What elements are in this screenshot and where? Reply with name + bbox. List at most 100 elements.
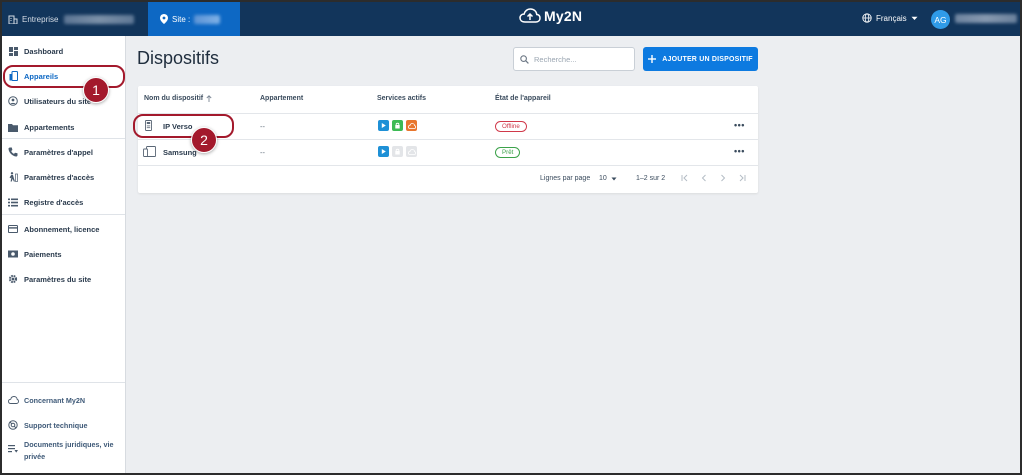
sidebar-item-label: Paramètres d'accès bbox=[24, 172, 95, 182]
callout-number: 1 bbox=[92, 82, 100, 98]
sidebar-footer-label: Documents juridiques, vie privée bbox=[24, 440, 114, 461]
column-header-services[interactable]: Services actifs bbox=[377, 95, 426, 102]
next-page-icon[interactable] bbox=[719, 174, 727, 182]
apartment-value: -- bbox=[260, 122, 265, 131]
language-selector[interactable]: Français bbox=[862, 13, 918, 23]
cloud-icon bbox=[7, 396, 19, 404]
service-cloud-icon bbox=[406, 120, 417, 131]
status-label: Offline bbox=[502, 123, 520, 130]
globe-user-icon bbox=[8, 96, 18, 106]
globe-icon bbox=[862, 13, 872, 23]
sidebar-footer-label: Support technique bbox=[24, 420, 88, 430]
sidebar-item-parametres-acces[interactable]: Paramètres d'accès bbox=[2, 165, 125, 189]
sidebar-item-appartements[interactable]: Appartements bbox=[2, 115, 125, 139]
add-device-label: AJOUTER UN DISPOSITIF bbox=[662, 55, 753, 63]
device-name[interactable]: Samsung bbox=[163, 148, 197, 157]
sidebar-item-registre-acces[interactable]: Registre d'accès bbox=[2, 190, 125, 214]
search-icon bbox=[520, 54, 529, 64]
card-icon bbox=[8, 225, 18, 233]
service-app-icon bbox=[378, 120, 389, 131]
caret-down-icon bbox=[911, 16, 918, 20]
gear-icon bbox=[8, 274, 18, 284]
sidebar-footer-support[interactable]: Support technique bbox=[2, 413, 125, 437]
first-page-icon[interactable] bbox=[681, 174, 689, 182]
location-pin-icon bbox=[160, 14, 168, 24]
app-window: Entreprise Site : My2N Français AG Dashb… bbox=[0, 0, 1022, 475]
callout-highlight-ip-verso bbox=[133, 114, 234, 138]
person-walk-icon bbox=[9, 172, 18, 182]
rows-per-page-value: 10 bbox=[599, 175, 607, 182]
list-icon bbox=[8, 198, 18, 206]
company-label: Entreprise bbox=[22, 14, 59, 24]
apartment-value: -- bbox=[260, 148, 265, 157]
caret-down-icon bbox=[611, 177, 617, 180]
add-device-button[interactable]: AJOUTER UN DISPOSITIF bbox=[643, 47, 758, 71]
last-page-icon[interactable] bbox=[738, 174, 746, 182]
sidebar-item-dashboard[interactable]: Dashboard bbox=[2, 39, 125, 63]
top-bar: Entreprise Site : My2N Français AG bbox=[2, 2, 1020, 36]
app-logo[interactable]: My2N bbox=[519, 8, 582, 24]
header-label: Nom du dispositif bbox=[144, 95, 204, 102]
column-header-state[interactable]: État de l'appareil bbox=[495, 95, 551, 102]
user-avatar[interactable]: AG bbox=[931, 10, 950, 29]
table-row[interactable] bbox=[143, 146, 156, 159]
service-cloud-inactive-icon bbox=[406, 146, 417, 157]
sidebar-item-parametres-appel[interactable]: Paramètres d'appel bbox=[2, 140, 125, 164]
document-icon bbox=[8, 445, 18, 453]
sidebar-item-label: Abonnement, licence bbox=[24, 224, 100, 234]
devices-table: Nom du dispositif Appartement Services a… bbox=[138, 86, 758, 193]
row-menu-button[interactable]: ••• bbox=[734, 146, 745, 156]
logo-text: My2N bbox=[544, 8, 583, 24]
service-lock-icon bbox=[392, 120, 403, 131]
plus-icon bbox=[648, 55, 657, 63]
site-name-redacted bbox=[194, 14, 221, 24]
rows-per-page-select[interactable]: 10 bbox=[599, 175, 617, 182]
sort-arrow-icon bbox=[206, 95, 212, 102]
sidebar-item-label: Paramètres du site bbox=[24, 274, 92, 284]
previous-page-icon[interactable] bbox=[700, 174, 708, 182]
callout-badge-1: 1 bbox=[83, 77, 109, 103]
service-lock-inactive-icon bbox=[392, 146, 403, 157]
sidebar: Dashboard Appareils Utilisateurs du site… bbox=[2, 36, 126, 473]
payment-icon bbox=[8, 250, 18, 258]
sidebar-item-label: Paiements bbox=[24, 249, 62, 259]
sidebar-footer-about[interactable]: Concernant My2N bbox=[2, 388, 125, 412]
search-placeholder: Recherche... bbox=[534, 54, 577, 64]
row-divider bbox=[138, 139, 758, 140]
callout-badge-2: 2 bbox=[191, 127, 217, 153]
callout-number: 2 bbox=[200, 132, 208, 148]
status-label: Prêt bbox=[502, 149, 514, 156]
pagination-controls bbox=[681, 174, 746, 182]
user-name-redacted[interactable] bbox=[955, 14, 1017, 23]
page-title: Dispositifs bbox=[137, 48, 220, 68]
row-menu-button[interactable]: ••• bbox=[734, 120, 745, 130]
folder-icon bbox=[8, 123, 18, 132]
language-label: Français bbox=[876, 13, 907, 23]
sidebar-item-label: Dashboard bbox=[24, 46, 64, 56]
company-name-redacted bbox=[64, 14, 135, 24]
sidebar-footer-label: Concernant My2N bbox=[24, 395, 86, 405]
company-selector[interactable]: Entreprise bbox=[2, 2, 148, 36]
support-icon bbox=[8, 420, 18, 430]
sidebar-item-paiements[interactable]: Paiements bbox=[2, 242, 125, 266]
building-icon bbox=[8, 15, 18, 24]
search-input[interactable]: Recherche... bbox=[513, 47, 635, 71]
service-app-icon bbox=[378, 146, 389, 157]
site-selector[interactable]: Site : bbox=[148, 2, 240, 36]
sidebar-footer-legal[interactable]: Documents juridiques, vie privée bbox=[2, 436, 125, 466]
column-header-name[interactable]: Nom du dispositif bbox=[144, 95, 212, 102]
pagination-range: 1–2 sur 2 bbox=[636, 175, 666, 182]
cloud-logo-icon bbox=[519, 8, 541, 23]
sidebar-item-label: Registre d'accès bbox=[24, 197, 84, 207]
sidebar-item-parametres-site[interactable]: Paramètres du site bbox=[2, 267, 125, 291]
status-badge: Prêt bbox=[495, 147, 521, 158]
sidebar-item-abonnement[interactable]: Abonnement, licence bbox=[2, 217, 125, 241]
row-divider bbox=[138, 165, 758, 166]
sidebar-item-label: Utilisateurs du site bbox=[24, 96, 92, 106]
dashboard-icon bbox=[8, 46, 18, 56]
sidebar-divider bbox=[2, 382, 125, 383]
header-divider bbox=[138, 113, 758, 114]
sidebar-divider bbox=[2, 214, 125, 215]
column-header-apartment[interactable]: Appartement bbox=[260, 95, 303, 102]
rows-per-page-label: Lignes par page bbox=[540, 175, 591, 182]
